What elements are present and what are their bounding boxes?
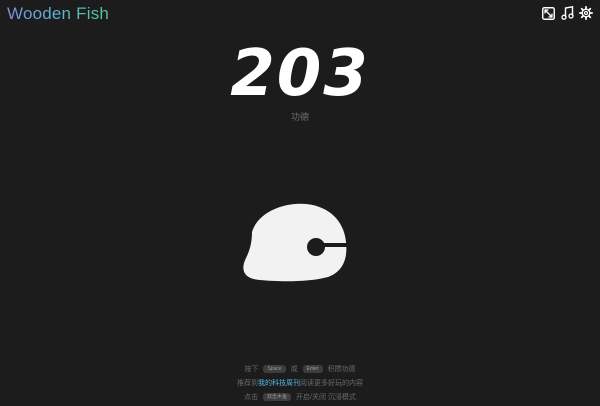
music-toggle-button[interactable] xyxy=(560,6,574,20)
music-note-icon xyxy=(560,6,574,20)
hint-line-1: 按下 Space 或 Enter 积攒功德 xyxy=(244,365,356,374)
wooden-fish-button[interactable] xyxy=(240,200,352,284)
hint-line-3: 点击 双击木鱼 开启/关闭 沉浸模式 xyxy=(244,393,356,402)
app-title: Wooden Fish xyxy=(7,4,110,23)
wooden-fish-icon xyxy=(243,203,350,282)
space-key-badge: Space xyxy=(263,365,286,374)
gear-icon xyxy=(579,6,593,20)
double-click-badge: 双击木鱼 xyxy=(263,393,292,402)
toolbar xyxy=(541,6,593,20)
hint-line-2: 推荐到我的科技周刊阅读更多好玩的内容 xyxy=(237,380,363,387)
instructions: 按下 Space 或 Enter 积攒功德 推荐到我的科技周刊阅读更多好玩的内容… xyxy=(0,363,600,405)
settings-button[interactable] xyxy=(579,6,593,20)
merit-counter: 203 xyxy=(230,37,370,111)
app-page: Wooden Fish 203 功德 按下 Space 或 Enter 积攒功德… xyxy=(0,0,600,406)
fullscreen-button[interactable] xyxy=(541,6,555,20)
weekly-link[interactable]: 我的科技周刊 xyxy=(258,380,300,387)
fullscreen-icon xyxy=(541,6,555,20)
merit-label: 功德 xyxy=(290,112,309,122)
enter-key-badge: Enter xyxy=(302,365,323,374)
